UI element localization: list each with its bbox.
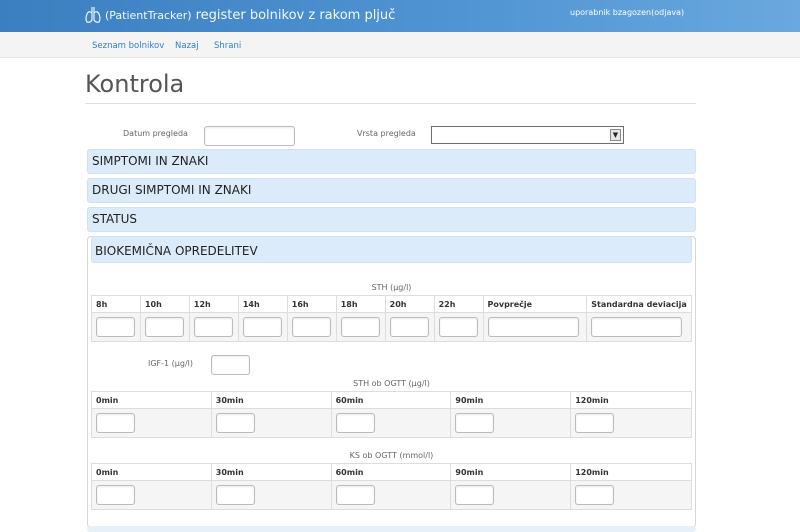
brand[interactable]: (PatientTracker) register bolnikov z rak…	[85, 6, 395, 24]
sth-col-20h: 20h	[384, 295, 435, 313]
table-cell	[335, 312, 386, 342]
sth-col-18h: 18h	[335, 295, 386, 313]
ks-ogtt-col-60min: 60min	[330, 463, 452, 481]
table-cell	[586, 312, 692, 342]
table-cell	[570, 408, 692, 438]
sth-8h-input[interactable]	[96, 317, 135, 337]
exam-type-select[interactable]: ▼	[431, 126, 624, 144]
table-cell	[384, 312, 435, 342]
sth-16h-input[interactable]	[291, 317, 331, 337]
sth-stddev-input[interactable]	[591, 317, 683, 337]
sth-22h-input[interactable]	[438, 317, 478, 337]
nav-save[interactable]: Shrani	[214, 41, 241, 51]
sth-10h-input[interactable]	[144, 317, 184, 337]
sth-ogtt-header-row: 0min 30min 60min 90min 120min	[91, 391, 692, 409]
table-cell	[450, 408, 572, 438]
ks-ogtt-table: 0min 30min 60min 90min 120min	[91, 463, 692, 510]
sth-ogtt-col-60min: 60min	[330, 391, 452, 409]
ks-ogtt-col-30min: 30min	[210, 463, 332, 481]
sth-12h-input[interactable]	[193, 317, 233, 337]
sth-ogtt-0min-input[interactable]	[96, 413, 135, 433]
sth-col-12h: 12h	[188, 295, 239, 313]
sth-caption: STH (µg/l)	[371, 283, 412, 292]
table-cell	[570, 480, 692, 510]
ks-ogtt-col-0min: 0min	[91, 463, 212, 481]
sth-14h-input[interactable]	[242, 317, 282, 337]
table-cell	[91, 408, 212, 438]
exam-date-input[interactable]	[204, 126, 295, 146]
brand-title: register bolnikov z rakom pljuč	[195, 7, 396, 23]
sth-col-16h: 16h	[286, 295, 337, 313]
table-cell	[450, 480, 572, 510]
sth-ogtt-caption: STH ob OGTT (µg/l)	[353, 379, 430, 388]
table-cell	[210, 480, 332, 510]
sub-nav: Seznam bolnikov Nazaj Shrani	[0, 32, 800, 58]
exam-date-label: Datum pregleda	[123, 129, 188, 138]
sth-header-row: 8h 10h 12h 14h 16h 18h 20h 22h Povprečje…	[91, 295, 692, 313]
table-cell	[433, 312, 484, 342]
chevron-down-icon[interactable]: ▼	[610, 129, 621, 141]
sth-ogtt-col-120min: 120min	[570, 391, 692, 409]
sth-ogtt-30min-input[interactable]	[215, 413, 255, 433]
ks-ogtt-30min-input[interactable]	[215, 485, 255, 505]
sth-20h-input[interactable]	[389, 317, 429, 337]
sth-table: 8h 10h 12h 14h 16h 18h 20h 22h Povprečje…	[91, 295, 692, 342]
next-section-edge	[87, 526, 696, 532]
ks-ogtt-60min-input[interactable]	[335, 485, 375, 505]
sth-ogtt-60min-input[interactable]	[335, 413, 375, 433]
top-bar: (PatientTracker) register bolnikov z rak…	[0, 0, 800, 32]
table-cell	[91, 312, 141, 342]
sth-col-14h: 14h	[237, 295, 288, 313]
table-cell	[188, 312, 239, 342]
section-other-symptoms[interactable]: DRUGI SIMPTOMI IN ZNAKI	[87, 178, 696, 203]
section-symptoms[interactable]: SIMPTOMI IN ZNAKI	[87, 149, 696, 174]
ks-ogtt-header-row: 0min 30min 60min 90min 120min	[91, 463, 692, 481]
table-cell	[237, 312, 288, 342]
ks-ogtt-90min-input[interactable]	[455, 485, 495, 505]
ks-ogtt-caption: KS ob OGTT (mmol/l)	[349, 451, 434, 460]
sth-col-8h: 8h	[91, 295, 141, 313]
ks-ogtt-col-120min: 120min	[570, 463, 692, 481]
table-cell	[330, 480, 452, 510]
sth-ogtt-col-0min: 0min	[91, 391, 212, 409]
logout-link[interactable]: (odjava)	[651, 8, 684, 17]
sth-ogtt-90min-input[interactable]	[455, 413, 495, 433]
sth-col-stddev: Standardna deviacija	[586, 295, 692, 313]
table-cell	[286, 312, 337, 342]
table-cell	[91, 480, 212, 510]
exam-type-label: Vrsta pregleda	[357, 129, 416, 138]
section-status[interactable]: STATUS	[87, 207, 696, 232]
table-cell	[139, 312, 190, 342]
sth-18h-input[interactable]	[340, 317, 380, 337]
table-cell	[210, 408, 332, 438]
sth-ogtt-120min-input[interactable]	[575, 413, 615, 433]
lungs-icon	[85, 7, 101, 23]
user-info: uporabnik bzagozen(odjava)	[570, 8, 684, 17]
sth-ogtt-col-90min: 90min	[450, 391, 572, 409]
ks-ogtt-0min-input[interactable]	[96, 485, 135, 505]
sth-col-22h: 22h	[433, 295, 484, 313]
brand-prefix: (PatientTracker)	[105, 8, 192, 22]
ks-ogtt-input-row	[91, 480, 692, 510]
table-cell	[482, 312, 588, 342]
igf-input[interactable]	[211, 355, 250, 375]
sth-col-10h: 10h	[139, 295, 190, 313]
sth-ogtt-col-30min: 30min	[210, 391, 332, 409]
ks-ogtt-col-90min: 90min	[450, 463, 572, 481]
table-cell	[330, 408, 452, 438]
nav-patient-list[interactable]: Seznam bolnikov	[92, 41, 164, 51]
sth-input-row	[91, 312, 692, 342]
sth-ogtt-table: 0min 30min 60min 90min 120min	[91, 391, 692, 438]
page-title: Kontrola	[85, 70, 185, 98]
sth-ogtt-input-row	[91, 408, 692, 438]
ks-ogtt-120min-input[interactable]	[575, 485, 615, 505]
igf-label: IGF-1 (µg/l)	[148, 359, 194, 368]
section-biochem[interactable]: BIOKEMIČNA OPREDELITEV	[91, 236, 692, 263]
sth-col-average: Povprečje	[482, 295, 588, 313]
title-divider	[85, 103, 696, 104]
nav-back[interactable]: Nazaj	[175, 41, 199, 51]
sth-average-input[interactable]	[487, 317, 579, 337]
user-label: uporabnik bzagozen	[570, 8, 652, 17]
